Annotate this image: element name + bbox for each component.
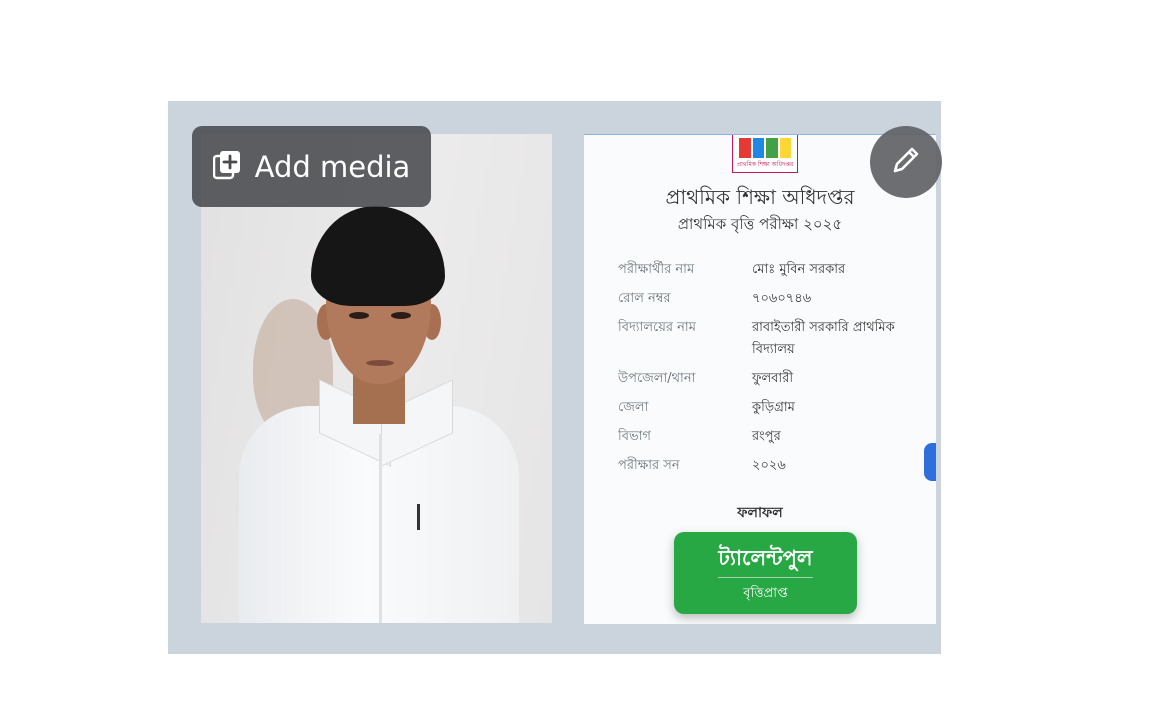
info-row-roll: রোল নম্বর ৭০৬০৭৪৬ — [618, 288, 918, 310]
eye-left — [349, 312, 369, 319]
pencil-icon — [889, 143, 923, 181]
logo-caption: প্রাথমিক শিক্ষা অধিদপ্তর — [736, 161, 794, 168]
info-key: রোল নম্বর — [618, 291, 671, 306]
dpe-logo: প্রাথমিক শিক্ষা অধিদপ্তর — [732, 135, 798, 173]
result-value: ট্যালেন্টপুল — [718, 546, 813, 570]
info-key: বিভাগ — [618, 429, 651, 444]
info-table: পরীক্ষার্থীর নাম মোঃ মুবিন সরকার রোল নম্… — [618, 259, 918, 484]
info-key: পরীক্ষার সন — [618, 458, 680, 473]
info-key: উপজেলা/থানা — [618, 371, 696, 386]
result-heading: ফলাফল — [737, 505, 783, 521]
edit-button[interactable] — [870, 126, 942, 198]
eye-right — [391, 312, 411, 319]
add-media-icon — [212, 150, 241, 184]
info-row-school: বিদ্যালয়ের নাম রাবাইতারী সরকারি প্রাথমি… — [618, 317, 918, 361]
info-key: পরীক্ষার্থীর নাম — [618, 262, 695, 277]
shirt-placket — [379, 434, 382, 623]
result-subtext: বৃত্তিপ্রাপ্ত — [743, 586, 788, 601]
result-badge: ট্যালেন্টপুল বৃত্তিপ্রাপ্ত — [674, 532, 857, 614]
info-key: জেলা — [618, 400, 649, 415]
info-row-name: পরীক্ষার্থীর নাম মোঃ মুবিন সরকার — [618, 259, 918, 281]
info-row-division: বিভাগ রংপুর — [618, 426, 918, 448]
logo-blocks — [739, 138, 791, 158]
mouth — [366, 360, 394, 366]
result-certificate[interactable]: প্রাথমিক শিক্ষা অধিদপ্তর প্রাথমিক শিক্ষা… — [584, 134, 936, 624]
info-value: ৭০৬০৭৪৬ — [752, 291, 812, 306]
info-value: কুড়িগ্রাম — [752, 400, 795, 415]
info-value: ফুলবারী — [752, 371, 794, 386]
info-row-year: পরীক্ষার সন ২০২৬ — [618, 455, 918, 477]
student-photo[interactable] — [201, 134, 552, 623]
side-scroll-handle[interactable] — [924, 443, 936, 481]
pocket-pen — [417, 504, 420, 530]
add-media-label: Add media — [254, 149, 411, 184]
info-value: রাবাইতারী সরকারি প্রাথমিক বিদ্যালয় — [752, 320, 895, 357]
info-row-upazila: উপজেলা/থানা ফুলবারী — [618, 368, 918, 390]
info-value: ২০২৬ — [752, 458, 786, 473]
info-value: মোঃ মুবিন সরকার — [752, 262, 846, 277]
hair — [311, 206, 445, 306]
info-value: রংপুর — [752, 429, 781, 444]
certificate-subtitle: প্রাথমিক বৃত্তি পরীক্ষা ২০২৫ — [677, 215, 843, 233]
result-divider — [718, 577, 813, 578]
info-key: বিদ্যালয়ের নাম — [618, 320, 696, 335]
add-media-button[interactable]: Add media — [192, 126, 431, 207]
info-row-district: জেলা কুড়িগ্রাম — [618, 397, 918, 419]
